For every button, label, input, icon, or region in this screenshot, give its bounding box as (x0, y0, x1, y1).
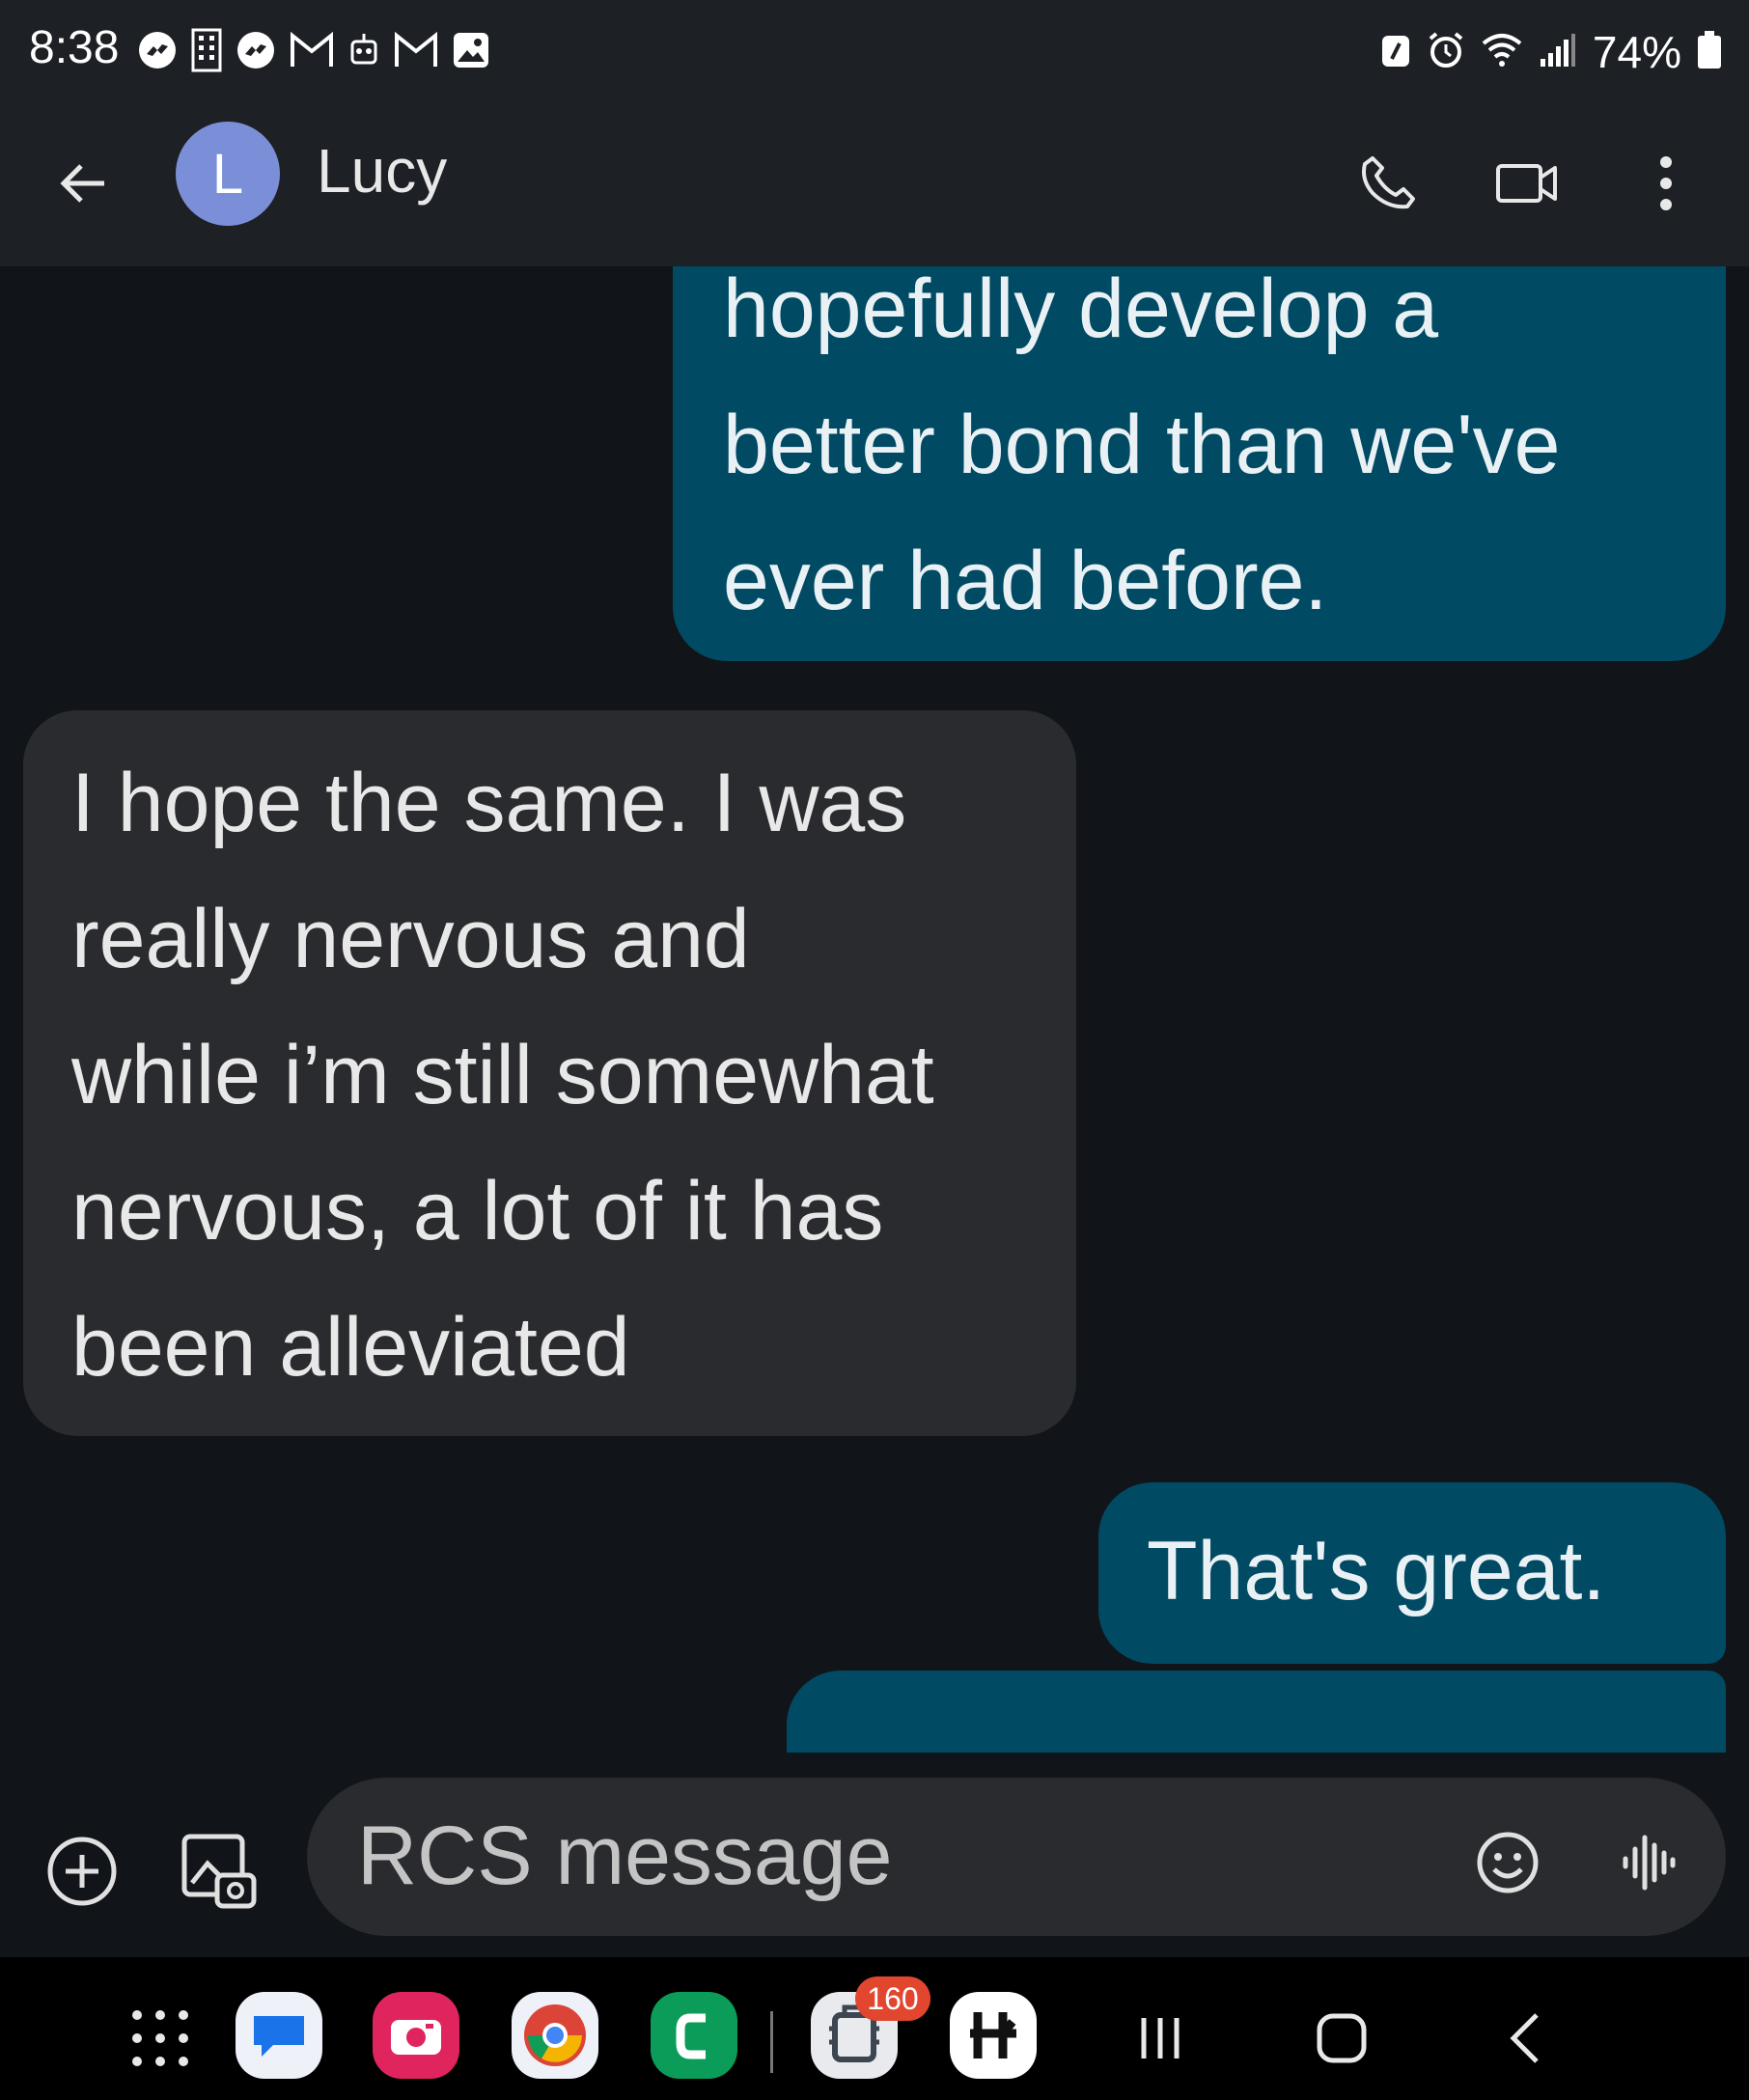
gmail-icon (394, 32, 438, 69)
call-button[interactable] (1351, 147, 1425, 220)
message-bubble-outgoing[interactable]: hopefully develop a better bond than we'… (673, 266, 1726, 661)
robot-app-icon (347, 32, 380, 69)
more-options-button[interactable] (1629, 147, 1703, 220)
emoji-button[interactable] (1471, 1826, 1544, 1899)
h-app-button[interactable] (950, 1992, 1037, 2079)
messenger-icon (236, 30, 276, 70)
home-icon (1317, 2013, 1367, 2063)
battery-percent: 74% (1592, 27, 1681, 77)
compose-bar (0, 1753, 1749, 1957)
more-vertical-icon (1660, 156, 1672, 210)
chrome-app-icon (524, 2004, 586, 2066)
alarm-icon (1427, 31, 1465, 74)
notification-icons (137, 28, 490, 72)
gallery-camera-icon (181, 1834, 257, 1909)
back-nav-button[interactable] (1486, 2000, 1564, 2077)
back-button[interactable] (46, 147, 120, 220)
message-field[interactable] (307, 1778, 1726, 1936)
avatar[interactable]: L (176, 122, 280, 226)
camera-app-icon (391, 2020, 441, 2055)
signal-icon (1539, 32, 1577, 73)
phone-icon (1362, 156, 1415, 209)
notification-count-badge: 160 (855, 1976, 930, 2021)
building-app-icon (191, 28, 222, 72)
video-call-button[interactable] (1490, 147, 1564, 220)
chatbook-app-icon (676, 2013, 706, 2059)
audio-waveform-icon (1623, 1835, 1676, 1891)
camera-app-button[interactable] (373, 1992, 459, 2079)
video-camera-icon (1496, 164, 1557, 203)
gmail-icon (290, 32, 334, 69)
plus-circle-icon (47, 1837, 117, 1906)
back-chevron-icon (1510, 2013, 1539, 2063)
gallery-icon (452, 31, 490, 69)
home-button[interactable] (1303, 2000, 1380, 2077)
dock-divider (770, 2011, 773, 2073)
taskbar: 160 (0, 1957, 1749, 2100)
chatbook-app-button[interactable] (651, 1992, 737, 2079)
contact-name[interactable]: Lucy (317, 135, 447, 207)
messages-app-icon (254, 2016, 304, 2057)
message-input[interactable] (355, 1805, 1402, 1907)
h-app-icon (970, 2012, 1016, 2059)
message-list[interactable]: hopefully develop a better bond than we'… (0, 266, 1749, 1753)
battery-saver-icon (1380, 32, 1411, 73)
arrow-left-icon (60, 164, 104, 203)
message-bubble-outgoing[interactable]: That's great. (1098, 1482, 1726, 1664)
chrome-app-button[interactable] (512, 1992, 598, 2079)
status-time: 8:38 (29, 22, 120, 73)
battery-icon (1697, 30, 1722, 74)
message-bubble-outgoing[interactable]: It's been a long time (787, 1671, 1726, 1753)
grid-dots-icon (132, 2010, 188, 2066)
status-bar: 8:38 74% (0, 0, 1749, 108)
messages-app-button[interactable] (236, 1992, 322, 2079)
messenger-icon (137, 30, 178, 70)
wifi-icon (1481, 32, 1523, 73)
app-drawer-button[interactable] (129, 2007, 191, 2069)
conversation-header: L Lucy (0, 108, 1749, 266)
message-bubble-incoming[interactable]: I hope the same. I was really nervous an… (23, 710, 1076, 1436)
recents-icon (1141, 2018, 1180, 2059)
recents-button[interactable] (1122, 2000, 1199, 2077)
smiley-icon (1477, 1832, 1539, 1893)
system-status: 74% (1380, 25, 1722, 79)
attach-button[interactable] (39, 1828, 125, 1915)
gallery-button[interactable] (174, 1826, 264, 1917)
voice-message-button[interactable] (1610, 1824, 1687, 1901)
